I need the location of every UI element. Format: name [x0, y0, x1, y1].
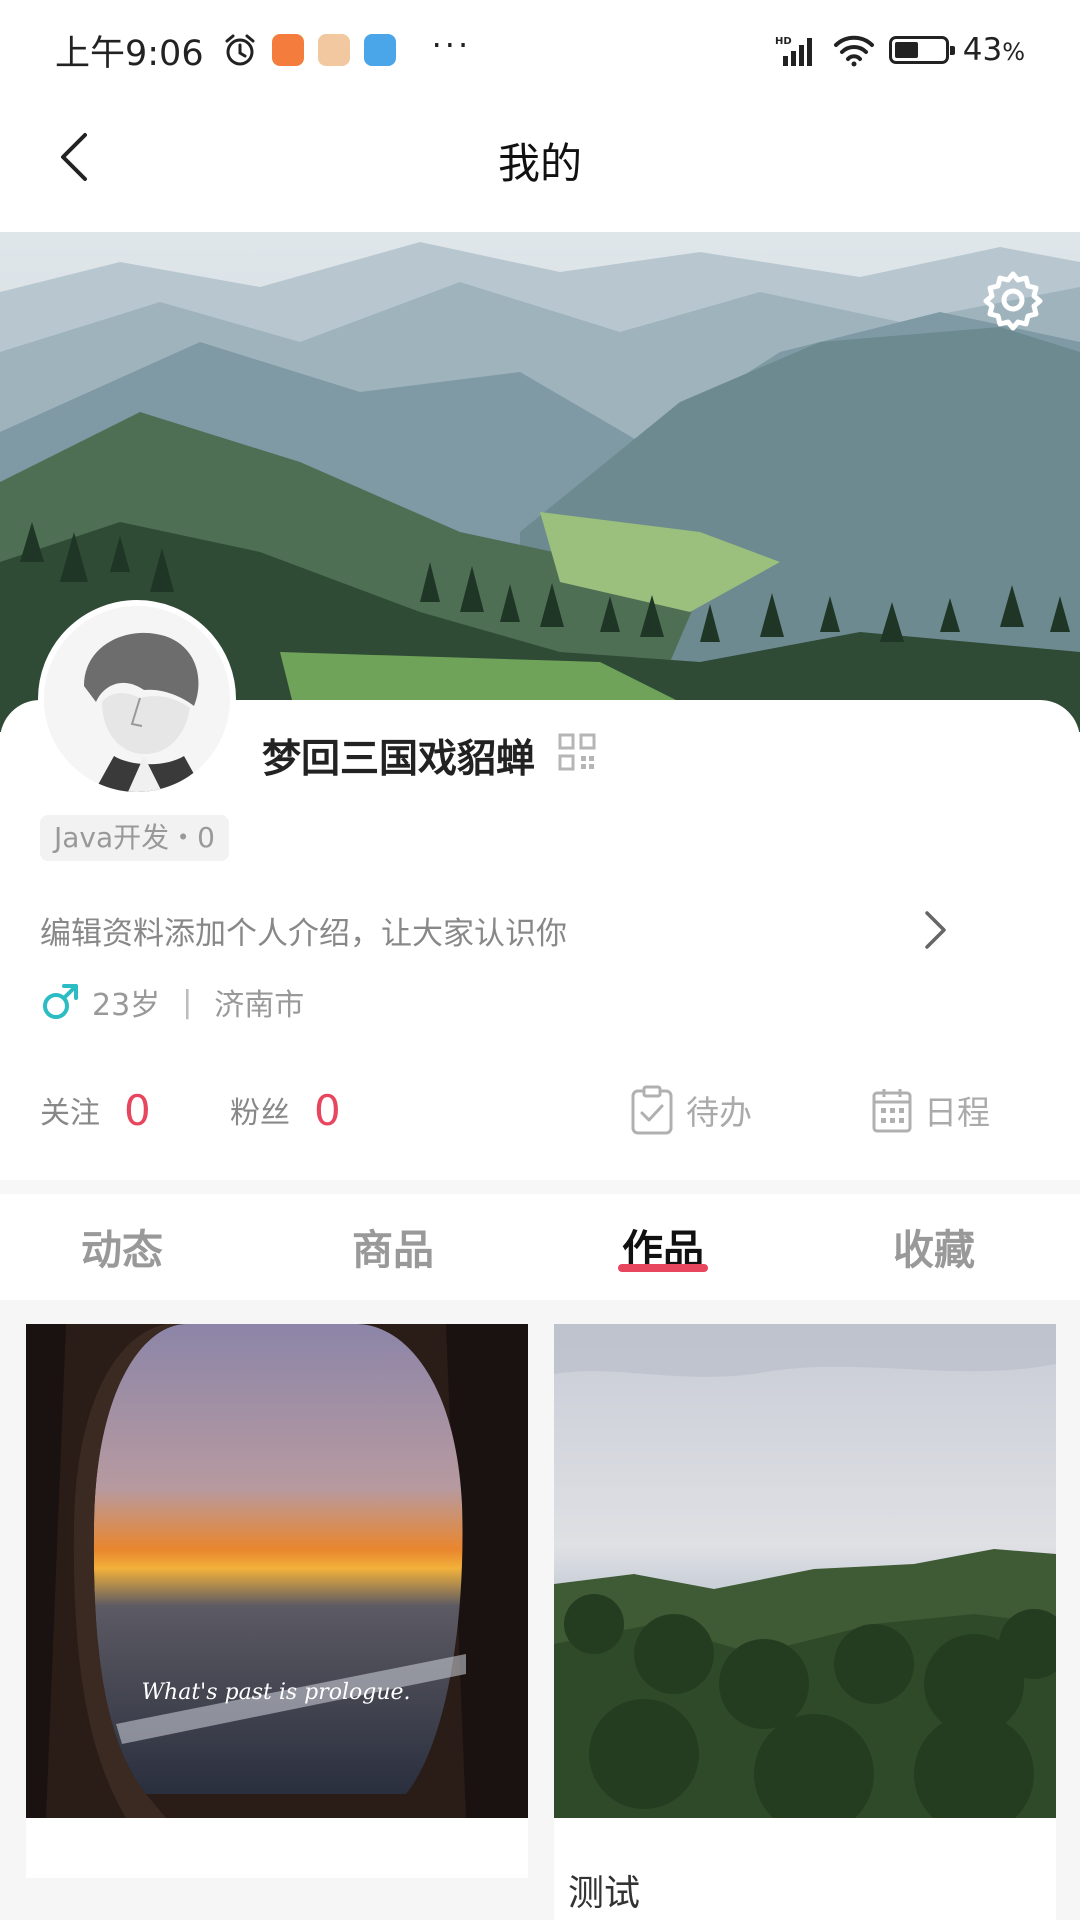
signal-icon: HD	[775, 36, 812, 66]
work-thumbnail-caption: What's past is prologue.	[141, 1680, 410, 1705]
app-notification-icon	[317, 34, 350, 66]
profession-tag: Java开发・0	[40, 815, 229, 861]
settings-button[interactable]	[981, 268, 1045, 332]
todo-label: 待办	[686, 1093, 752, 1132]
work-card[interactable]: What's past is prologue.	[26, 1324, 528, 1878]
gear-icon	[983, 271, 1043, 331]
avatar[interactable]	[38, 600, 236, 798]
todo-button[interactable]: 待办	[630, 1080, 752, 1140]
chevron-right-icon	[925, 911, 946, 949]
qr-code-button[interactable]	[558, 733, 596, 771]
edit-profile-arrow[interactable]	[915, 907, 955, 953]
tab-products[interactable]: 商品	[323, 1216, 463, 1276]
work-thumbnail	[554, 1324, 1056, 1818]
clipboard-check-icon	[631, 1085, 673, 1135]
active-tab-indicator	[618, 1264, 708, 1272]
more-notifications-icon: ···	[431, 26, 472, 64]
male-icon	[43, 984, 78, 1019]
calendar-icon	[872, 1089, 912, 1133]
profile-intro[interactable]: 编辑资料添加个人介绍，让大家认识你	[40, 908, 567, 953]
section-divider	[0, 1180, 1080, 1194]
battery-level	[894, 42, 918, 58]
wifi-icon	[833, 35, 874, 67]
following-label: 关注	[40, 1096, 100, 1131]
status-bar: 上午9:06 ··· HD 43%	[0, 0, 1080, 100]
tab-posts[interactable]: 动态	[52, 1216, 192, 1276]
work-title: 测试	[568, 1873, 641, 1914]
age-text: 23岁	[92, 988, 161, 1023]
page-title: 我的	[497, 139, 582, 188]
work-card[interactable]: 测试	[554, 1324, 1056, 1920]
city-text: 济南市	[214, 988, 305, 1023]
following-count: 0	[124, 1085, 151, 1135]
work-thumbnail: What's past is prologue.	[26, 1324, 528, 1818]
battery-icon	[888, 36, 955, 64]
work-title	[26, 1818, 528, 1878]
header: 我的	[0, 100, 1080, 230]
svg-text:HD: HD	[775, 36, 792, 47]
meta-separator: |	[182, 984, 193, 1020]
profile-meta: 23岁 | 济南市	[40, 980, 304, 1024]
stats-row: 关注 0 粉丝 0 待办 日程	[40, 1080, 1040, 1140]
status-time: 上午9:06	[55, 33, 204, 74]
qr-code-icon	[558, 733, 596, 771]
following-stat[interactable]: 关注 0	[40, 1080, 151, 1140]
content-tabs: 动态 商品 作品 收藏	[0, 1194, 1080, 1300]
followers-label: 粉丝	[230, 1096, 290, 1131]
followers-count: 0	[314, 1085, 341, 1135]
tab-favorites[interactable]: 收藏	[864, 1216, 1004, 1276]
app-notification-icon	[363, 34, 396, 66]
username[interactable]: 梦回三国戏貂蝉	[262, 728, 535, 784]
battery-percent: 43%	[962, 32, 1025, 68]
schedule-label: 日程	[924, 1093, 990, 1132]
alarm-clock-icon	[225, 34, 255, 66]
schedule-button[interactable]: 日程	[872, 1080, 990, 1140]
profile-page: 上午9:06 ··· HD 43% 我的 梦回三国戏貂蝉 Java开发・0 编辑…	[0, 0, 1080, 1920]
app-notification-icon	[271, 34, 304, 66]
followers-stat[interactable]: 粉丝 0	[230, 1080, 341, 1140]
